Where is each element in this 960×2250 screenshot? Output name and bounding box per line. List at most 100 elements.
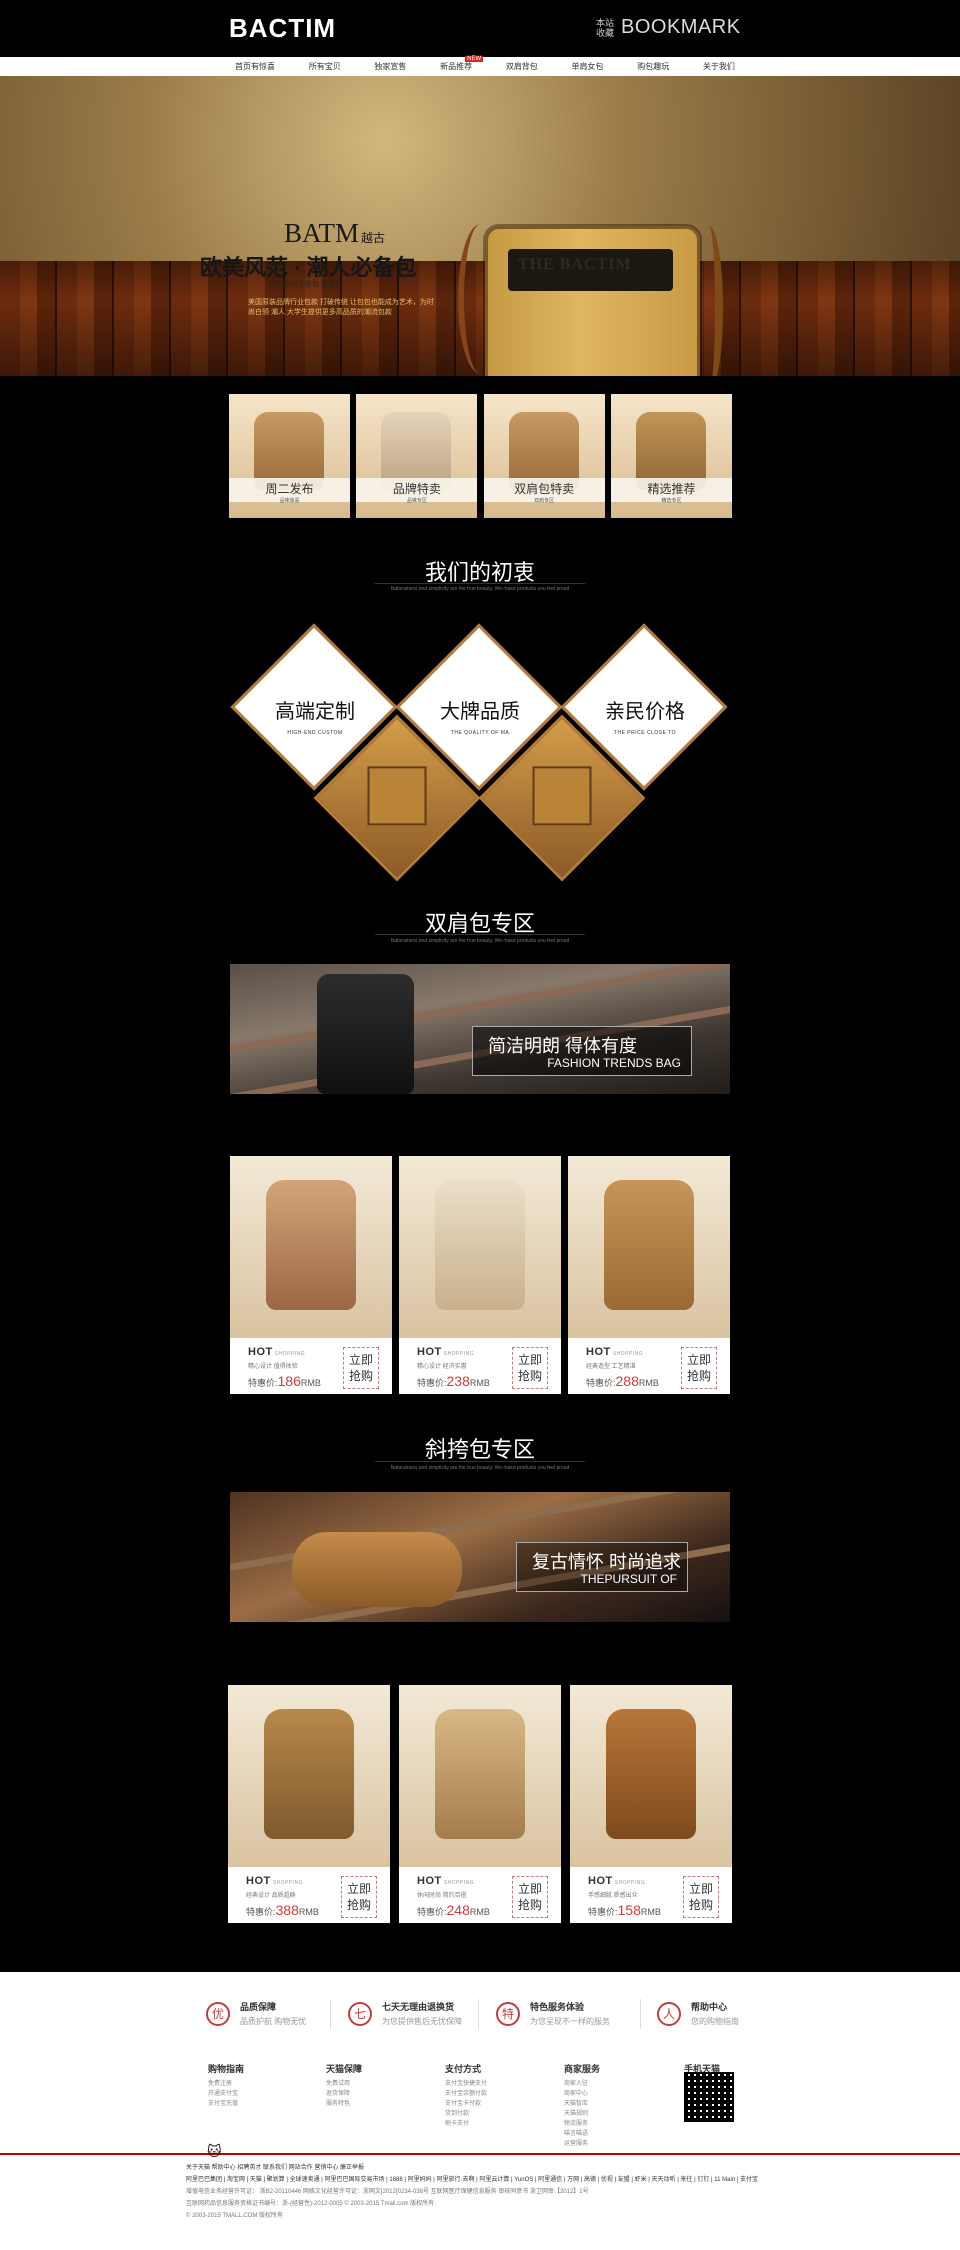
thumb-brand-sale[interactable]: 品牌特卖 品味专区	[356, 394, 478, 518]
footer-links-group[interactable]: 阿里巴巴集团 | 淘宝网 | 天猫 | 聚划算 | 全球速卖通 | 阿里巴巴国际…	[186, 2174, 776, 2186]
footer-link[interactable]: 商家入驻	[564, 2079, 654, 2089]
footer-red-line	[0, 2153, 960, 2155]
product-image[interactable]	[230, 1156, 392, 1338]
nav-exclusive[interactable]: 独家宣售	[374, 61, 406, 72]
product-card[interactable]: HOT SHOPPING 精心设计 经济实惠 特惠价:238RMB 立即 抢购	[399, 1156, 561, 1394]
footer-link[interactable]: 商家中心	[564, 2089, 654, 2099]
product-image[interactable]	[228, 1685, 390, 1867]
service-returns: 七七天无理由退换货 为您提供售后无忧保障	[348, 2000, 462, 2027]
section-subtitle: Naturalness and simplicity are the true …	[390, 1465, 570, 1471]
thumb-tuesday-release[interactable]: 周二发布 品味惊喜	[229, 394, 350, 518]
quality-icon: 优	[206, 2001, 230, 2026]
hero-banner[interactable]: BATM 越古 欧美风范 · 潮人必备包 我们要的不是包 是潮流 美国原装品牌行业…	[0, 76, 960, 376]
promo-text-box: 简洁明朗 得体有度 FASHION TRENDS BAG	[472, 1026, 692, 1076]
main-nav: 首页有惊喜 所有宝贝 独家宣售 新品推荐 NEW 双肩背包 单肩女包 购包趣玩 关…	[0, 56, 960, 76]
backpack-products: HOT SHOPPING 精心设计 值得体验 特惠价:186RMB 立即 抢购 HOT SH…	[230, 1156, 730, 1394]
section-title-crossbody: 斜挎包专区	[424, 1437, 535, 1462]
nav-home[interactable]: 首页有惊喜	[235, 61, 275, 72]
footer-link[interactable]: 支付宝充值	[208, 2099, 298, 2109]
thumb-featured[interactable]: 精选推荐 精选专区	[610, 394, 732, 518]
service-divider	[640, 1999, 641, 2029]
tmall-cat-icon: 🐱	[207, 2144, 222, 2160]
nav-bag-fun[interactable]: 购包趣玩	[637, 61, 669, 72]
buy-now-button[interactable]: 立即 抢购	[683, 1876, 719, 1918]
footer-col-merchant: 商家服务 商家入驻 商家中心 天猫智库 天猫规则 物流服务 喵言喵语 运营服务	[564, 2062, 654, 2149]
category-thumbnails: 周二发布 品味惊喜 品牌特卖 品味专区 双肩包特卖 双肩专区 精选推荐 精选专区	[229, 394, 732, 518]
buy-now-button[interactable]: 立即 抢购	[681, 1347, 717, 1389]
banner-title: 欧美风范 · 潮人必备包	[200, 255, 417, 280]
feature-price-text: 亲民价格 THE PRICE CLOSE TO	[605, 701, 685, 736]
buy-now-button[interactable]: 立即 抢购	[341, 1876, 377, 1918]
backpack-promo-banner[interactable]: 简洁明朗 得体有度 FASHION TRENDS BAG	[230, 964, 730, 1094]
tan-duffel-image	[292, 1532, 462, 1607]
bookmark-link[interactable]: 本站 收藏 BOOKMARK	[596, 16, 741, 39]
page: BACTIM 本站 收藏 BOOKMARK 首页有惊喜 所有宝贝 独家宣售 新品…	[0, 0, 960, 2250]
nav-shoulder-bags[interactable]: 单肩女包	[572, 61, 604, 72]
product-card[interactable]: HOT SHOPPING 经典设计 品质超群 特惠价:388RMB 立即 抢购	[228, 1685, 390, 1923]
new-badge: NEW	[465, 56, 484, 62]
footer-link[interactable]: 支付宝卡付款	[445, 2099, 535, 2109]
section-subtitle: Naturalness and simplicity are the true …	[390, 586, 570, 592]
service-divider	[330, 1999, 331, 2029]
banner-description: 美国原装品牌行业包款 打破传统 让包包也能成为艺术，为时尚白领 潮人 大学生提供…	[248, 299, 434, 316]
footer-license: 增值电信业务经营许可证： 浙B2-20110446 网络文化经营许可证：浙网文[…	[186, 2189, 589, 2195]
shop-logo[interactable]: BACTIM	[229, 13, 336, 44]
nav-new-products[interactable]: 新品推荐 NEW	[440, 56, 484, 72]
footer-link[interactable]: 服务特色	[326, 2099, 416, 2109]
footer-link[interactable]: 免费试用	[326, 2079, 416, 2089]
nav-about[interactable]: 关于我们	[703, 61, 735, 72]
product-image[interactable]	[399, 1685, 561, 1867]
footer-copyright: © 2003-2015 TMALL.COM 版权所有	[186, 2213, 284, 2219]
footer-link[interactable]: 天猫智库	[564, 2099, 654, 2109]
nav-backpacks[interactable]: 双肩背包	[506, 61, 538, 72]
footer-link[interactable]: 开通支付宝	[208, 2089, 298, 2099]
qr-code[interactable]	[684, 2072, 734, 2122]
footer-link[interactable]: 退货保障	[326, 2089, 416, 2099]
product-image[interactable]	[399, 1156, 561, 1338]
footer-link[interactable]: 喵言喵语	[564, 2129, 654, 2139]
product-card[interactable]: HOT SHOPPING 手感细腻 质感出众 特惠价:158RMB 立即 抢购	[570, 1685, 732, 1923]
footer-link[interactable]: 刷卡支付	[445, 2119, 535, 2129]
footer-link[interactable]: 天猫规则	[564, 2109, 654, 2119]
section-divider	[375, 583, 585, 584]
product-image[interactable]	[570, 1685, 732, 1867]
service-quality: 优品质保障 品质护航 购物无忧	[206, 2000, 306, 2027]
service-divider	[478, 1999, 479, 2029]
buy-now-button[interactable]: 立即 抢购	[512, 1347, 548, 1389]
footer-link[interactable]: 免费注册	[208, 2079, 298, 2089]
bookmark-label: BOOKMARK	[621, 16, 741, 38]
footer: 优品质保障 品质护航 购物无忧 七七天无理由退换货 为您提供售后无忧保障 特特色服务…	[0, 1972, 960, 2250]
footer-bottom: 关于天猫 帮助中心 招聘英才 联系我们 网站合作 营销中心 廉正举报 阿里巴巴集…	[186, 2162, 776, 2222]
footer-link[interactable]: 运营服务	[564, 2139, 654, 2149]
feature-custom-text: 高端定制 HIGH-END CUSTOM	[275, 701, 355, 736]
banner-tagline: 我们要的不是包 是潮流	[270, 281, 342, 288]
footer-link[interactable]: 支付宝余额付款	[445, 2089, 535, 2099]
hero-bag-image: THE BACTIM	[485, 226, 700, 376]
footer-links-about[interactable]: 关于天猫 帮助中心 招聘英才 联系我们 网站合作 营销中心 廉正举报	[186, 2162, 776, 2174]
section-divider	[375, 1461, 585, 1462]
product-image[interactable]	[568, 1156, 730, 1338]
product-card[interactable]: HOT SHOPPING 经典造型 工艺精湛 特惠价:288RMB 立即 抢购	[568, 1156, 730, 1394]
header: BACTIM 本站 收藏 BOOKMARK	[0, 0, 960, 56]
help-icon: 人	[657, 2001, 681, 2026]
product-card[interactable]: HOT SHOPPING 精心设计 值得体验 特惠价:186RMB 立即 抢购	[230, 1156, 392, 1394]
bookmark-small-text: 本站 收藏	[596, 17, 615, 38]
footer-link[interactable]: 货到付款	[445, 2109, 535, 2119]
footer-link[interactable]: 物流服务	[564, 2119, 654, 2129]
product-card[interactable]: HOT SHOPPING 休闲时尚 简约百搭 特惠价:248RMB 立即 抢购	[399, 1685, 561, 1923]
thumb-backpack-sale[interactable]: 双肩包特卖 双肩专区	[483, 394, 605, 518]
section-subtitle: Naturalness and simplicity are the true …	[390, 938, 570, 944]
seven-days-icon: 七	[348, 2001, 372, 2026]
service-help: 人帮助中心 您的购物指南	[657, 2000, 739, 2027]
section-divider	[375, 934, 585, 935]
footer-col-payment: 支付方式 支付宝快捷支付 支付宝余额付款 支付宝卡付款 货到付款 刷卡支付	[445, 2062, 535, 2129]
buy-now-button[interactable]: 立即 抢购	[343, 1347, 379, 1389]
buy-now-button[interactable]: 立即 抢购	[512, 1876, 548, 1918]
footer-link[interactable]: 支付宝快捷支付	[445, 2079, 535, 2089]
nav-all-products[interactable]: 所有宝贝	[309, 61, 341, 72]
footer-col-guide: 购物指南 免费注册 开通支付宝 支付宝充值	[208, 2062, 298, 2109]
promo-text-box: 复古情怀 时尚追求 THEPURSUIT OF	[516, 1542, 688, 1592]
feature-quality-text: 大牌品质 THE QUALITY OF MA	[440, 701, 520, 736]
black-backpack-image	[317, 974, 414, 1094]
crossbody-promo-banner[interactable]: 复古情怀 时尚追求 THEPURSUIT OF	[230, 1492, 730, 1622]
